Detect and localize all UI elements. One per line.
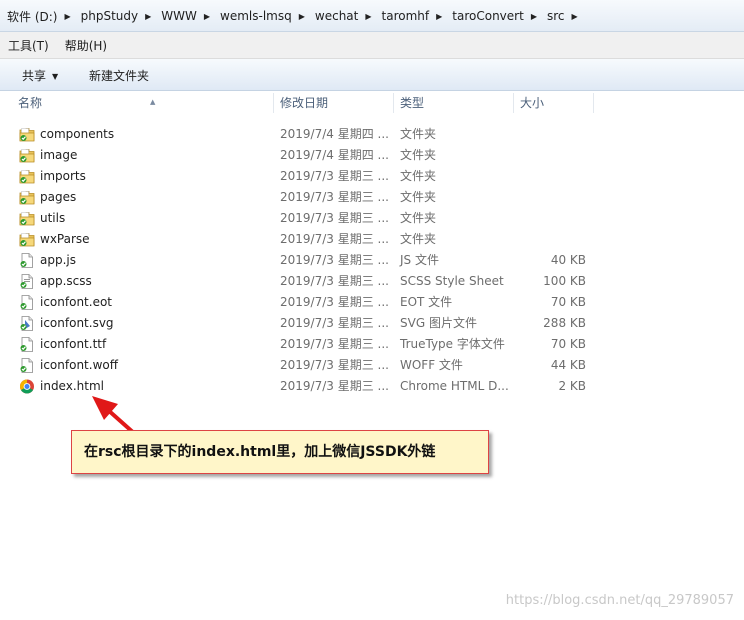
annotation-callout: 在rsc根目录下的index.html里，加上微信JSSDK外链	[71, 430, 489, 474]
watermark: https://blog.csdn.net/qq_29789057	[505, 593, 734, 608]
annotation-arrow-icon	[92, 396, 137, 436]
